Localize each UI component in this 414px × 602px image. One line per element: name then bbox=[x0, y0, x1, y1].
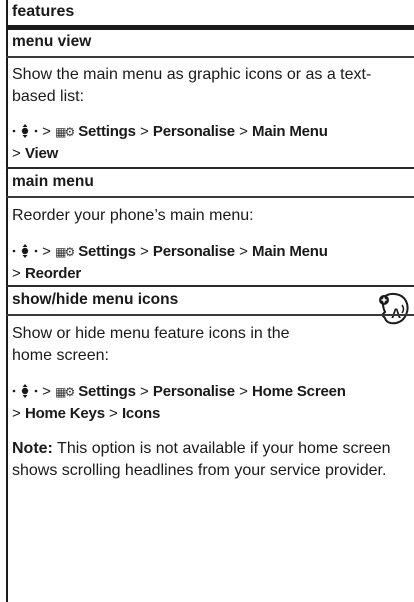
path-separator: > bbox=[139, 123, 149, 140]
path-separator: > bbox=[12, 145, 21, 162]
section-divider bbox=[6, 285, 414, 287]
path-item-personalise: Personalise bbox=[152, 243, 235, 260]
path-separator: > bbox=[42, 383, 51, 400]
path-item-main-menu: Main Menu bbox=[252, 123, 328, 140]
personalise-feature-icon: A bbox=[379, 292, 409, 325]
path-item-home-keys: Home Keys bbox=[24, 405, 105, 422]
header-divider bbox=[6, 25, 414, 30]
section-divider bbox=[6, 314, 414, 316]
path-item-personalise: Personalise bbox=[152, 123, 235, 140]
table-left-border bbox=[6, 0, 8, 602]
section-description-main-menu: Reorder your phone’s main menu: bbox=[12, 207, 254, 224]
menu-path-menu-view: > ▦⚙ Settings > Personalise > Main Menu >… bbox=[12, 121, 410, 164]
path-separator: > bbox=[42, 243, 51, 260]
nav-key-icon bbox=[12, 123, 38, 138]
path-separator: > bbox=[139, 243, 149, 260]
path-separator: > bbox=[109, 405, 118, 422]
path-item-personalise: Personalise bbox=[152, 383, 235, 400]
section-description-menu-view: Show the main menu as graphic icons or a… bbox=[12, 66, 372, 105]
settings-icon: ▦⚙ bbox=[55, 125, 75, 139]
settings-icon: ▦⚙ bbox=[55, 245, 75, 259]
note-label: Note: bbox=[12, 440, 53, 457]
table-header-title: features bbox=[12, 3, 75, 20]
path-separator: > bbox=[42, 123, 51, 140]
path-item-settings: Settings bbox=[78, 123, 136, 140]
note-text: This option is not available if your hom… bbox=[12, 440, 391, 479]
section-description-show-hide-menu-icons: Show or hide menu feature icons in the h… bbox=[12, 325, 290, 364]
path-item-home-screen: Home Screen bbox=[252, 383, 346, 400]
section-title-main-menu: main menu bbox=[12, 173, 94, 190]
path-item-settings: Settings bbox=[78, 383, 136, 400]
nav-key-icon bbox=[12, 243, 38, 258]
section-divider bbox=[6, 196, 414, 198]
note-paragraph: Note: This option is not available if yo… bbox=[12, 438, 408, 482]
path-separator: > bbox=[239, 243, 248, 260]
svg-text:A: A bbox=[391, 305, 401, 321]
path-item-icons: Icons bbox=[121, 405, 161, 422]
nav-key-icon bbox=[12, 383, 38, 398]
path-item-reorder: Reorder bbox=[24, 265, 82, 282]
section-divider bbox=[6, 56, 414, 58]
menu-path-main-menu: > ▦⚙ Settings > Personalise > Main Menu >… bbox=[12, 241, 410, 284]
path-separator: > bbox=[239, 123, 248, 140]
path-separator: > bbox=[239, 383, 248, 400]
path-item-main-menu: Main Menu bbox=[252, 243, 328, 260]
path-separator: > bbox=[12, 265, 21, 282]
section-title-show-hide-menu-icons: show/hide menu icons bbox=[12, 291, 179, 308]
section-divider bbox=[6, 167, 414, 169]
feature-table: features menu view Show the main menu as… bbox=[0, 0, 414, 602]
menu-path-show-hide-menu-icons: > ▦⚙ Settings > Personalise > Home Screen… bbox=[12, 381, 410, 424]
path-item-settings: Settings bbox=[78, 243, 136, 260]
path-separator: > bbox=[139, 383, 149, 400]
path-separator: > bbox=[12, 405, 21, 422]
path-item-view: View bbox=[24, 145, 59, 162]
section-title-menu-view: menu view bbox=[12, 33, 92, 50]
settings-icon: ▦⚙ bbox=[55, 385, 75, 399]
